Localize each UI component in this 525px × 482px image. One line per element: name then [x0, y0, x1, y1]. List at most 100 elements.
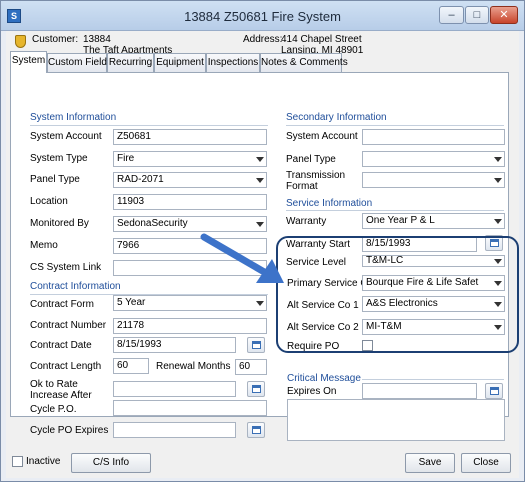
chevron-down-icon: [494, 178, 502, 183]
alt-service-co1-select[interactable]: A&S Electronics: [362, 296, 505, 312]
contract-length-label: Contract Length: [30, 361, 102, 372]
panel-type-value: RAD-2071: [117, 174, 164, 185]
calendar-icon: [252, 426, 261, 434]
warranty-label: Warranty: [286, 216, 327, 227]
customer-number: 13884: [83, 34, 111, 45]
cs-info-button[interactable]: C/S Info: [71, 453, 151, 473]
alt-service-co1-value: A&S Electronics: [366, 298, 438, 309]
window: S 13884 Z50681 Fire System – □ ✕ Custome…: [0, 0, 525, 482]
warranty-start-calendar-button[interactable]: [485, 235, 503, 251]
tab-recurring[interactable]: Recurring: [107, 53, 154, 72]
address-line1: 414 Chapel Street: [281, 34, 362, 45]
require-po-label: Require PO: [287, 341, 340, 352]
panel-type-select[interactable]: RAD-2071: [113, 172, 267, 188]
system-type-select[interactable]: Fire: [113, 151, 267, 167]
calendar-icon: [252, 341, 261, 349]
tab-custom-fields[interactable]: Custom Fields: [47, 53, 112, 72]
warranty-start-field[interactable]: 8/15/1993: [362, 236, 477, 252]
renewal-months-label: Renewal Months: [156, 361, 231, 372]
shield-icon: [15, 35, 26, 48]
contract-date-calendar-button[interactable]: [247, 337, 265, 353]
address-label: Address:: [243, 34, 283, 45]
close-button[interactable]: Close: [461, 453, 511, 473]
secondary-system-account-field[interactable]: [362, 129, 505, 145]
expires-on-label: Expires On: [287, 386, 337, 397]
monitored-by-value: SedonaSecurity: [117, 218, 188, 229]
contract-number-label: Contract Number: [30, 320, 107, 331]
chevron-down-icon: [256, 178, 264, 183]
tab-inspections[interactable]: Inspections: [206, 53, 260, 72]
contract-form-label: Contract Form: [30, 299, 94, 310]
cycle-po-field[interactable]: [113, 400, 267, 416]
inactive-label: Inactive: [26, 456, 61, 467]
warranty-start-label: Warranty Start: [286, 239, 351, 250]
critical-message-divider: [362, 379, 504, 380]
maximize-button[interactable]: □: [465, 6, 489, 24]
ok-to-rate-field[interactable]: [113, 381, 236, 397]
cycle-po-expires-field[interactable]: [113, 422, 236, 438]
alt-service-co2-select[interactable]: MI-T&M: [362, 319, 505, 335]
service-info-divider: [286, 210, 504, 211]
transmission-format-select[interactable]: [362, 172, 505, 188]
primary-service-co-select[interactable]: Bourque Fire & Life Safet: [362, 275, 505, 291]
minimize-button[interactable]: –: [439, 6, 464, 24]
contract-date-field[interactable]: 8/15/1993: [113, 337, 236, 353]
system-account-label: System Account: [30, 131, 102, 142]
transmission-format-label: Transmission Format: [286, 170, 346, 192]
renewal-months-field[interactable]: 60: [235, 359, 267, 375]
contract-length-field[interactable]: 60: [113, 358, 149, 374]
chevron-down-icon: [256, 157, 264, 162]
tab-system[interactable]: System: [10, 51, 47, 73]
contract-info-title: Contract Information: [30, 281, 121, 292]
alt-service-co2-value: MI-T&M: [366, 321, 402, 332]
require-po-checkbox[interactable]: [362, 340, 373, 351]
save-button[interactable]: Save: [405, 453, 455, 473]
monitored-by-label: Monitored By: [30, 218, 89, 229]
primary-service-co-label: Primary Service Co: [287, 278, 374, 289]
location-field[interactable]: 11903: [113, 194, 267, 210]
service-level-select[interactable]: T&M-LC: [362, 255, 505, 267]
chevron-down-icon: [494, 325, 502, 330]
secondary-system-account-label: System Account: [286, 131, 358, 142]
location-label: Location: [30, 196, 68, 207]
cycle-po-expires-calendar-button[interactable]: [247, 422, 265, 438]
secondary-panel-type-label: Panel Type: [286, 154, 336, 165]
inactive-checkbox[interactable]: [12, 456, 23, 467]
expires-on-field[interactable]: [362, 383, 477, 399]
chevron-down-icon: [494, 302, 502, 307]
ok-to-rate-label: Ok to Rate Increase After: [30, 379, 92, 401]
system-type-value: Fire: [117, 153, 135, 164]
contract-form-select[interactable]: 5 Year: [113, 295, 267, 311]
cs-system-link-label: CS System Link: [30, 262, 102, 273]
system-info-divider: [30, 125, 268, 126]
secondary-panel-type-select[interactable]: [362, 151, 505, 167]
warranty-select[interactable]: One Year P & L: [362, 213, 505, 229]
chevron-down-icon: [494, 157, 502, 162]
calendar-icon: [490, 239, 499, 247]
tab-equipment[interactable]: Equipment: [154, 53, 206, 72]
service-info-title: Service Information: [286, 198, 373, 209]
warranty-value: One Year P & L: [366, 215, 435, 226]
system-type-label: System Type: [30, 153, 88, 164]
chevron-down-icon: [256, 222, 264, 227]
contract-number-field[interactable]: 21178: [113, 318, 267, 334]
service-level-value: T&M-LC: [366, 255, 404, 266]
tab-notes-comments[interactable]: Notes & Comments: [260, 53, 348, 72]
secondary-info-divider: [286, 125, 504, 126]
system-info-title: System Information: [30, 112, 117, 123]
secondary-info-title: Secondary Information: [286, 112, 387, 123]
chevron-down-icon: [494, 219, 502, 224]
memo-label: Memo: [30, 240, 58, 251]
ok-to-rate-calendar-button[interactable]: [247, 381, 265, 397]
expires-on-calendar-button[interactable]: [485, 383, 503, 399]
title-bar[interactable]: S 13884 Z50681 Fire System – □ ✕: [1, 1, 524, 31]
critical-message-textarea[interactable]: [287, 399, 505, 441]
system-account-field[interactable]: Z50681: [113, 129, 267, 145]
callout-arrow-icon: [200, 233, 284, 283]
cycle-po-expires-label: Cycle PO Expires: [30, 425, 109, 436]
panel-type-label: Panel Type: [30, 174, 80, 185]
customer-label: Customer:: [32, 34, 79, 45]
chevron-down-icon: [494, 281, 502, 286]
close-window-button[interactable]: ✕: [490, 6, 518, 24]
contract-date-label: Contract Date: [30, 340, 92, 351]
